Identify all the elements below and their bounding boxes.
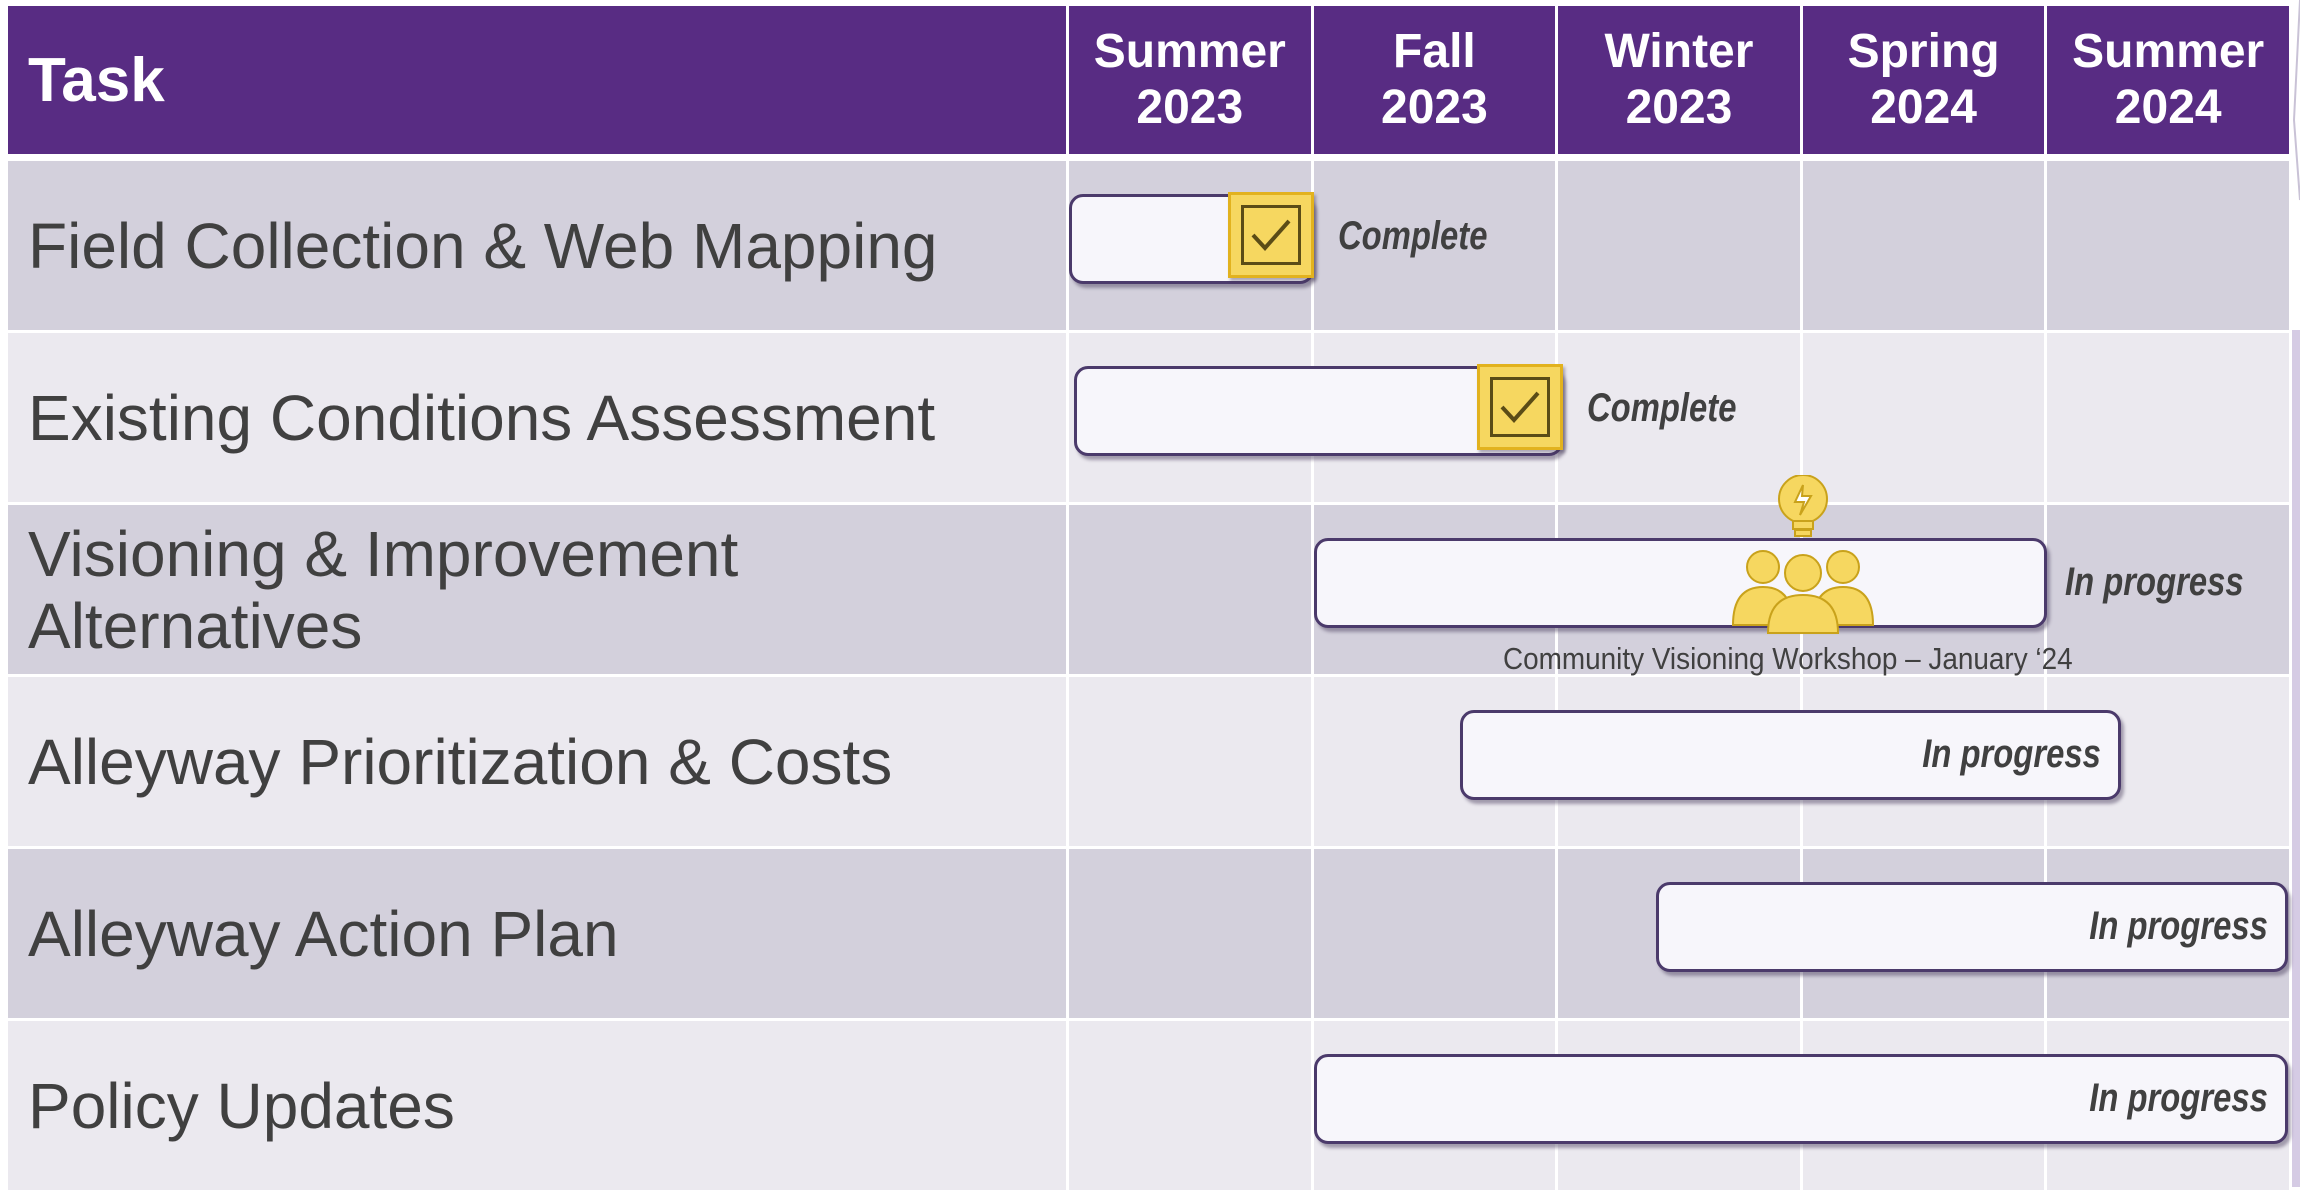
gantt-chart: Task Summer 2023 Fall 2023 Winter 2023 Spring 20… [0,0,2300,1193]
header-task-label: Task [28,45,165,115]
lightbulb-people-icon [1731,475,1874,634]
task-status: In progress [2089,904,2268,948]
task-name-cell: Field Collection & Web Mapping [8,161,1066,330]
task-name: Alleyway Action Plan [28,897,619,970]
check-icon [1500,391,1540,423]
task-name-cell: Policy Updates [8,1021,1066,1190]
header-period-season: Winter [1604,25,1754,78]
header-period-season: Summer [2072,25,2265,78]
task-name: Alleyway Prioritization & Costs [28,725,893,798]
header-period-cell: Summer 2024 [2047,6,2289,154]
task-status: In progress [2065,560,2245,604]
checkbox-icon [1227,192,1314,278]
task-status: In progress [2089,1076,2268,1120]
header-period-year: 2024 [2114,81,2222,134]
task-name-cell: Existing Conditions Assessment [8,333,1066,502]
grid-line [1799,161,1803,1193]
header-period-season: Summer [1093,25,1286,78]
task-status: In progress [1922,732,2101,776]
header-period-year: 2023 [1381,81,1488,134]
header-period-season: Fall [1393,25,1476,78]
header-period-year: 2023 [1136,81,1244,134]
grid-line [1555,161,1559,1193]
grid-line [2044,161,2048,1193]
header-period-year: 2024 [1870,81,1977,134]
task-name: Field Collection & Web Mapping [28,209,938,282]
task-status: Complete [1337,214,1488,258]
task-name: Visioning & Improvement Alternatives [28,517,739,662]
grid-line [2289,161,2292,1193]
grid-line [1310,161,1314,1193]
check-icon [1251,219,1291,251]
task-name: Existing Conditions Assessment [28,381,936,454]
task-name: Policy Updates [28,1069,455,1142]
task-bar [1313,538,2048,628]
task-name-cell: Alleyway Prioritization & Costs [8,677,1066,846]
task-status: Complete [1587,386,1737,430]
header-period-cell: Fall 2023 [1313,6,1556,154]
header-period-cell: Spring 2024 [1802,6,2045,154]
header-period-cell: Winter 2023 [1558,6,1800,154]
checkbox-icon [1477,364,1564,450]
header-period-season: Spring [1847,25,2000,78]
header-period-cell: Summer 2023 [1069,6,1311,154]
grid-line [1066,161,1069,1193]
task-name-cell: Visioning & Improvement Alternatives [8,505,1066,674]
header-task-cell: Task [8,6,1066,154]
header-period-year: 2023 [1625,81,1733,134]
task-name-cell: Alleyway Action Plan [8,849,1066,1018]
milestone-label: Community Visioning Workshop – January ‘… [1502,641,2073,676]
